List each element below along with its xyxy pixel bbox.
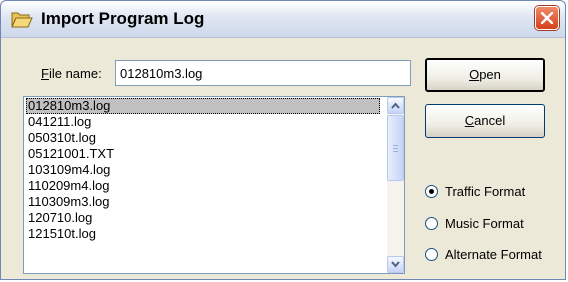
window-title: Import Program Log	[41, 9, 205, 28]
list-scrollbar[interactable]	[387, 97, 404, 273]
file-list-item[interactable]: 110209m4.log	[26, 178, 380, 194]
scroll-thumb[interactable]	[387, 115, 404, 181]
file-name-label-accel: F	[41, 66, 49, 81]
radio-checked-dot	[429, 189, 434, 194]
file-list-item[interactable]: 041211.log	[26, 114, 380, 130]
title-bar[interactable]: Import Program Log	[1, 1, 565, 38]
file-list-item[interactable]: 110309m3.log	[26, 194, 380, 210]
chevron-up-icon	[391, 102, 400, 109]
radio-button[interactable]	[425, 185, 438, 198]
file-name-label-text: ile name:	[48, 66, 102, 81]
file-listbox[interactable]: 012810m3.log 041211.log 050310t.log 0512100…	[23, 96, 405, 274]
file-list-item[interactable]: 050310t.log	[26, 130, 380, 146]
file-name-label: File name:	[41, 66, 102, 81]
radio-button[interactable]	[425, 217, 438, 230]
radio-button[interactable]	[425, 248, 438, 261]
open-button-label: pen	[479, 67, 501, 82]
scroll-down-button[interactable]	[387, 256, 404, 273]
folder-open-icon	[11, 12, 33, 28]
radio-label: Alternate Format	[445, 247, 542, 262]
dialog-body: File name: 012810m3.log041211.log050310t…	[7, 38, 559, 274]
cancel-button[interactable]: Cancel	[425, 104, 545, 138]
file-list-item[interactable]: 05121001.TXT	[26, 146, 380, 162]
import-dialog: Import Program Log File name: 012810m3.l…	[0, 0, 566, 280]
radio-label: Music Format	[445, 216, 524, 231]
close-icon	[541, 12, 553, 24]
cancel-button-accel: C	[464, 113, 475, 128]
file-list-item[interactable]: 012810m3.log	[26, 98, 380, 114]
scroll-up-button[interactable]	[387, 97, 404, 114]
cancel-button-label: ancel	[474, 113, 506, 128]
file-list-item[interactable]: 120710.log	[26, 210, 380, 226]
close-button[interactable]	[535, 6, 559, 30]
radio-label: Traffic Format	[445, 184, 526, 199]
grip-icon	[393, 145, 398, 152]
file-list-items: 012810m3.log 041211.log 050310t.log 0512100…	[26, 98, 380, 242]
chevron-down-icon	[391, 261, 400, 268]
file-list-item[interactable]: 103109m4.log	[26, 162, 380, 178]
file-list-item[interactable]: 121510t.log	[26, 226, 380, 242]
open-button-accel: O	[469, 67, 480, 82]
open-button[interactable]: Open	[425, 58, 545, 92]
file-name-input[interactable]	[115, 60, 411, 86]
